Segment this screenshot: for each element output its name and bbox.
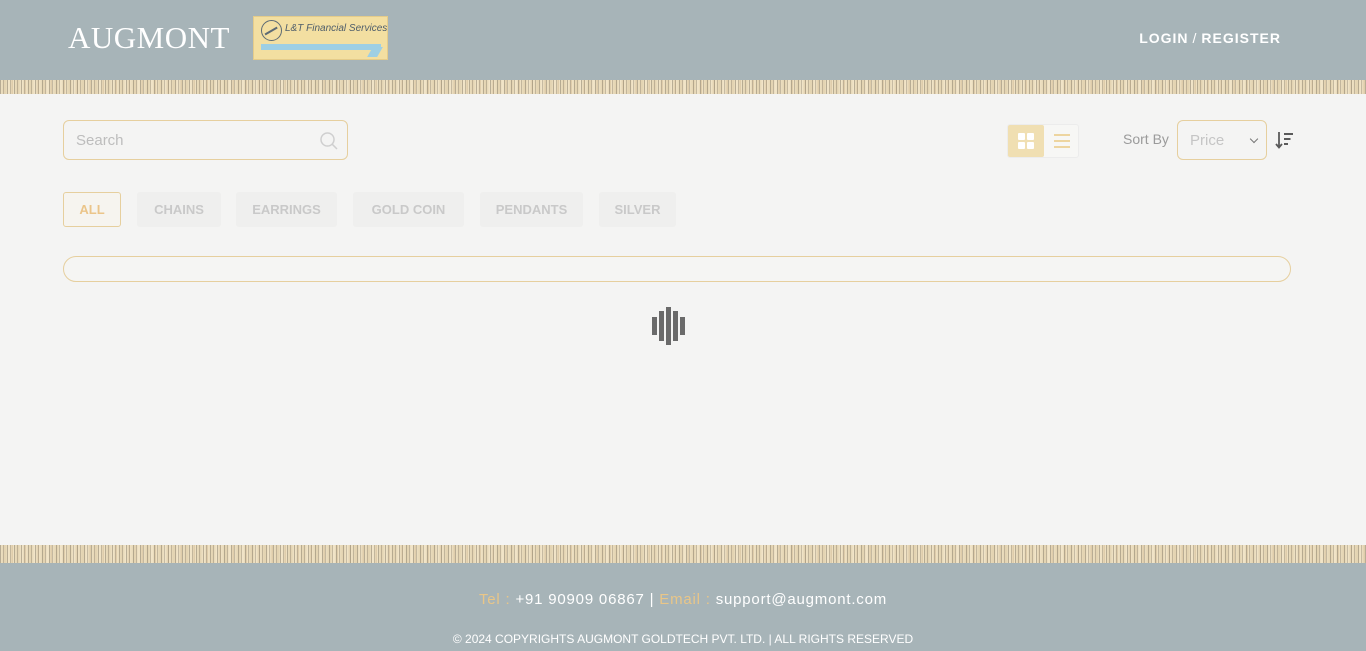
sort-select-value: Price xyxy=(1190,132,1225,149)
login-register-link: LOGIN / REGISTER xyxy=(1139,30,1281,46)
view-toggle xyxy=(1007,124,1079,158)
wood-texture-banner-top xyxy=(0,80,1366,94)
contact-divider: | xyxy=(649,591,655,608)
grid-view-button[interactable] xyxy=(1008,125,1044,157)
email-value[interactable]: support@augmont.com xyxy=(716,591,887,608)
lt-emblem-icon xyxy=(261,20,282,41)
register-link[interactable]: REGISTER xyxy=(1201,30,1281,46)
category-tab-earrings[interactable]: EARRINGS xyxy=(236,192,337,227)
category-tab-chains[interactable]: CHAINS xyxy=(137,192,221,227)
partner-logo-stripe xyxy=(261,44,381,50)
category-tab-gold-coin[interactable]: GOLD COIN xyxy=(353,192,464,227)
copyright-text: © 2024 COPYRIGHTS AUGMONT GOLDTECH PVT. … xyxy=(452,632,914,646)
email-label: Email : xyxy=(659,591,711,608)
search-field[interactable] xyxy=(63,120,348,160)
sort-select[interactable]: Price xyxy=(1177,120,1267,160)
wood-texture-banner-bottom xyxy=(0,545,1366,563)
loading-progress-bar xyxy=(63,256,1291,282)
category-tab-pendants[interactable]: PENDANTS xyxy=(480,192,583,227)
sort-by-label: Sort By xyxy=(1123,131,1169,147)
loading-spinner-icon xyxy=(652,307,687,345)
category-tab-all[interactable]: ALL xyxy=(63,192,121,227)
site-header: AUGMONT L&T Financial Services LOGIN / REG… xyxy=(0,0,1366,80)
sort-order-icon[interactable] xyxy=(1275,131,1293,149)
partner-logo-text: L&T Financial Services xyxy=(285,23,388,34)
partner-logo: L&T Financial Services xyxy=(253,16,388,60)
tel-label: Tel : xyxy=(478,591,511,608)
login-separator: / xyxy=(1192,30,1198,46)
list-view-button[interactable] xyxy=(1044,125,1080,157)
login-link[interactable]: LOGIN xyxy=(1139,30,1188,46)
category-tab-silver[interactable]: SILVER xyxy=(599,192,676,227)
augmont-logo[interactable]: AUGMONT xyxy=(68,20,230,56)
tel-value[interactable]: +91 90909 06867 xyxy=(515,591,644,608)
footer-contact: Tel : +91 90909 06867 | Email : support@… xyxy=(0,591,1366,608)
chevron-down-icon xyxy=(1249,134,1259,144)
search-input[interactable] xyxy=(76,130,306,150)
search-icon[interactable] xyxy=(319,131,339,151)
grid-view-icon xyxy=(1018,133,1034,149)
site-footer: Tel : +91 90909 06867 | Email : support@… xyxy=(0,563,1366,651)
list-view-icon xyxy=(1054,134,1070,148)
